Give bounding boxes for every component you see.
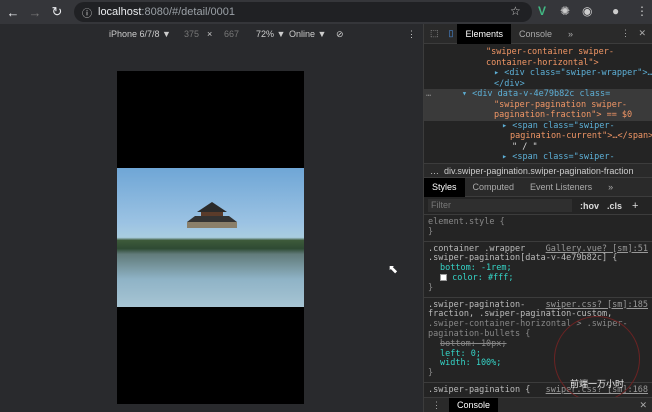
selector: element.style { — [428, 217, 505, 227]
reload-icon[interactable]: ↻ — [46, 4, 68, 20]
dom-line: "swiper-pagination swiper- — [424, 99, 652, 110]
back-icon[interactable]: ← — [2, 5, 24, 20]
style-rule: Gallery.vue? [sm]:51 .container .wrapper… — [424, 242, 652, 298]
css-property[interactable]: color: #fff; — [428, 273, 648, 284]
tab-elements[interactable]: Elements — [457, 23, 511, 44]
gallery-image[interactable] — [117, 168, 304, 307]
mouse-cursor-icon: ⬉ — [388, 262, 399, 276]
dom-line: "swiper-container swiper- — [486, 47, 614, 57]
width-input[interactable]: 375 — [184, 29, 199, 39]
menu-icon[interactable]: ⋮ — [621, 28, 630, 39]
dimension-separator: × — [207, 29, 213, 39]
tab-styles[interactable]: Styles — [424, 177, 465, 197]
browser-toolbar: ← → ↻ ⓘ localhost:8080/#/detail/0001 ☆ V… — [0, 0, 652, 24]
bookmark-star-icon[interactable]: ☆ — [510, 4, 521, 18]
new-rule-button[interactable]: + — [632, 200, 638, 212]
tab-more[interactable]: » — [560, 24, 581, 44]
zoom-select[interactable]: 72% ▼ — [256, 29, 285, 39]
console-drawer[interactable]: ⋮ Console ✕ — [424, 397, 652, 412]
watermark-logo: 前端一万小时 — [554, 316, 640, 402]
extension-icon[interactable]: ✺ — [560, 4, 570, 18]
dom-line: pagination-fraction"> == $0 — [424, 110, 652, 121]
source-link[interactable]: swiper.css? [sm]:185 — [546, 300, 648, 311]
dom-node[interactable]: ▸ <span class="swiper- — [424, 121, 652, 132]
style-rule: element.style { } — [424, 215, 652, 242]
brace: } — [428, 226, 434, 237]
dom-tree[interactable]: "swiper-container swiper- container-hori… — [424, 44, 652, 163]
styles-filter-input[interactable]: Filter — [428, 199, 572, 212]
dom-line: pagination-current">…</span> — [510, 131, 652, 141]
drawer-tab-console[interactable]: Console — [449, 398, 499, 412]
color-swatch[interactable] — [440, 273, 447, 281]
more-icon[interactable]: ⋮ — [407, 29, 416, 40]
devtools-panel: ⬚ ▯ Elements Console » ⋮ ✕ "swiper-conta… — [423, 23, 652, 412]
dom-node-selected[interactable]: … ▾ <div data-v-4e79b82c class= — [424, 89, 652, 100]
forward-icon[interactable]: → — [24, 5, 46, 20]
drawer-menu-icon[interactable]: ⋮ — [424, 400, 449, 411]
address-bar[interactable]: ⓘ localhost:8080/#/detail/0001 — [74, 2, 532, 22]
height-input[interactable]: 667 — [224, 29, 239, 39]
device-toggle-icon[interactable]: ▯ — [445, 28, 458, 39]
close-icon[interactable]: ✕ — [638, 28, 646, 39]
avatar[interactable]: ● — [612, 4, 619, 18]
tab-event-listeners[interactable]: Event Listeners — [522, 177, 600, 197]
device-select[interactable]: iPhone 6/7/8 ▼ — [109, 29, 171, 39]
source-link[interactable]: Gallery.vue? [sm]:51 — [546, 244, 648, 255]
menu-icon[interactable]: ⋮ — [636, 4, 648, 18]
dom-line: </div> — [494, 78, 525, 89]
breadcrumb-item: div.swiper-pagination.swiper-pagination-… — [444, 166, 634, 176]
vue-devtools-icon[interactable]: V — [538, 4, 546, 18]
extension-icon[interactable]: ◉ — [582, 4, 592, 18]
breadcrumb[interactable]: … div.swiper-pagination.swiper-paginatio… — [424, 163, 652, 178]
info-icon: ⓘ — [82, 8, 92, 20]
tab-console[interactable]: Console — [511, 24, 560, 44]
network-select[interactable]: Online ▼ — [289, 29, 326, 39]
rotate-icon[interactable]: ⊘ — [336, 29, 344, 40]
dom-node[interactable]: ▸ <div class="swiper-wrapper">… — [424, 68, 652, 79]
dom-node[interactable]: ▸ <span class="swiper- — [424, 152, 652, 163]
cls-button[interactable]: .cls — [607, 201, 622, 211]
tab-computed[interactable]: Computed — [465, 177, 523, 197]
temple-graphic — [187, 202, 237, 228]
tab-more[interactable]: » — [600, 177, 621, 197]
brace: } — [428, 282, 434, 293]
dom-line: container-horizontal"> — [486, 57, 599, 68]
inspect-icon[interactable]: ⬚ — [424, 28, 445, 39]
hov-button[interactable]: :hov — [580, 201, 599, 211]
close-drawer-icon[interactable]: ✕ — [639, 400, 647, 411]
device-toolbar: iPhone 6/7/8 ▼ 375 × 667 72% ▼ Online ▼ … — [0, 24, 423, 44]
dom-text-node: " / " — [512, 141, 538, 152]
